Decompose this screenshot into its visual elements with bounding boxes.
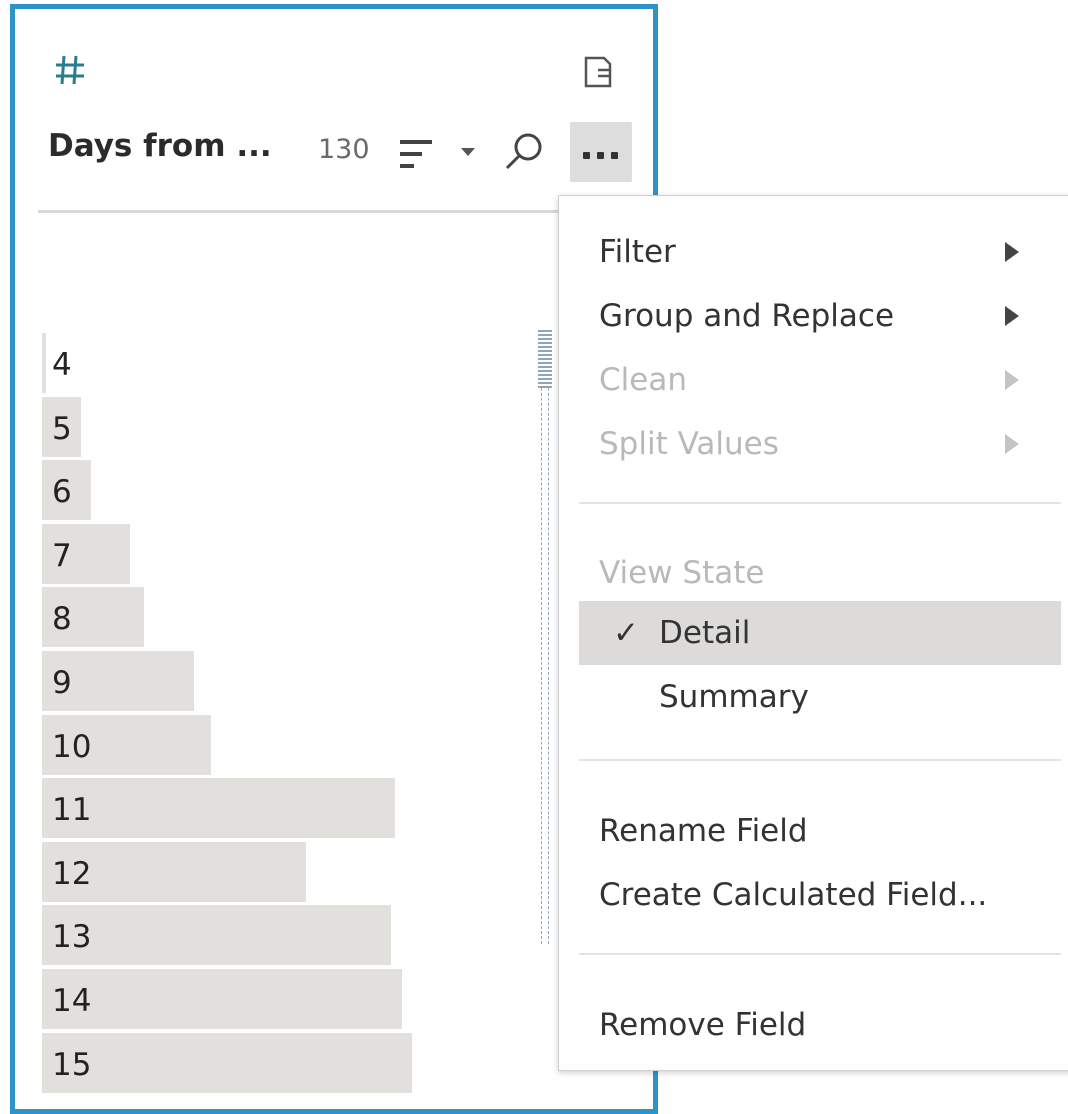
menu-item-label: Group and Replace xyxy=(599,298,895,334)
histogram-bar-row[interactable]: 4 xyxy=(42,333,542,393)
submenu-arrow-icon xyxy=(1005,242,1019,262)
histogram-bar-label: 13 xyxy=(52,919,92,956)
histogram-bar-row[interactable]: 7 xyxy=(42,523,542,584)
histogram-bar xyxy=(42,333,46,393)
histogram-bar-row[interactable]: 11 xyxy=(42,778,542,839)
submenu-arrow-icon xyxy=(1005,434,1019,454)
context-menu: Filter Group and Replace Clean Split Val… xyxy=(558,195,1068,1071)
histogram-bar-row[interactable]: 13 xyxy=(42,905,542,966)
histogram-bar-label: 11 xyxy=(52,792,92,829)
menu-item-summary[interactable]: Summary xyxy=(559,665,1068,729)
histogram-bar xyxy=(42,969,402,1029)
menu-item-label: Filter xyxy=(599,234,676,270)
sort-icon[interactable] xyxy=(396,136,436,172)
number-hash-icon xyxy=(56,55,84,85)
checkmark-icon: ✓ xyxy=(613,615,639,651)
more-options-button[interactable] xyxy=(570,122,632,182)
menu-item-label: Rename Field xyxy=(599,813,808,849)
menu-item-clean: Clean xyxy=(559,348,1068,412)
histogram-bar-label: 9 xyxy=(52,665,72,701)
histogram-bar-row[interactable]: 9 xyxy=(42,651,542,711)
menu-item-remove-field[interactable]: Remove Field xyxy=(559,993,1068,1057)
menu-item-group-and-replace[interactable]: Group and Replace xyxy=(559,284,1068,348)
submenu-arrow-icon xyxy=(1005,370,1019,390)
histogram-bar-label: 5 xyxy=(52,410,72,447)
histogram-bar-label: 14 xyxy=(52,983,92,1019)
chevron-down-icon[interactable] xyxy=(456,140,480,164)
menu-item-split-values: Split Values xyxy=(559,412,1068,476)
histogram-bar xyxy=(42,1032,413,1093)
histogram-bar-row[interactable]: 15 xyxy=(42,1032,542,1093)
menu-heading-view-state: View State xyxy=(559,541,1068,605)
submenu-arrow-icon xyxy=(1005,306,1019,326)
histogram-bar-row[interactable]: 8 xyxy=(42,587,542,648)
menu-item-label: Clean xyxy=(599,362,687,398)
histogram-bar xyxy=(42,778,395,839)
scrollbar-thumb[interactable] xyxy=(538,328,552,388)
menu-item-label: View State xyxy=(599,555,765,591)
menu-item-label: Split Values xyxy=(599,426,779,462)
menu-item-detail[interactable]: ✓ Detail xyxy=(579,601,1061,665)
histogram-bar-row[interactable]: 6 xyxy=(42,460,542,521)
search-icon[interactable] xyxy=(502,130,546,174)
histogram-bar-row[interactable]: 12 xyxy=(42,841,542,902)
menu-item-label: Detail xyxy=(659,615,751,651)
header-divider xyxy=(38,210,648,213)
menu-item-rename-field[interactable]: Rename Field xyxy=(559,799,1068,863)
field-title: Days from ... xyxy=(48,128,272,164)
histogram-bar-row[interactable]: 10 xyxy=(42,714,542,775)
histogram-bar-label: 4 xyxy=(52,347,72,383)
menu-item-label: Summary xyxy=(659,679,809,715)
histogram-bar-label: 12 xyxy=(52,855,92,892)
menu-separator xyxy=(579,502,1061,504)
histogram-bar-label: 6 xyxy=(52,474,72,511)
histogram-bar-row[interactable]: 5 xyxy=(42,396,542,457)
scrollbar-track[interactable] xyxy=(541,328,549,944)
menu-item-filter[interactable]: Filter xyxy=(559,220,1068,284)
histogram-bar-label: 7 xyxy=(52,537,72,574)
menu-separator xyxy=(579,953,1061,955)
histogram-bar xyxy=(42,905,391,966)
collapse-pane-icon[interactable] xyxy=(582,54,616,90)
menu-item-label: Create Calculated Field... xyxy=(599,877,988,913)
histogram-bar-label: 8 xyxy=(52,601,72,638)
histogram-bar-label: 10 xyxy=(52,728,92,765)
menu-separator xyxy=(579,759,1061,761)
menu-item-label: Remove Field xyxy=(599,1007,807,1043)
distinct-count: 130 xyxy=(318,134,370,165)
menu-item-create-calculated-field[interactable]: Create Calculated Field... xyxy=(559,863,1068,927)
histogram-bar-row[interactable]: 14 xyxy=(42,969,542,1029)
histogram-bar-label: 15 xyxy=(52,1046,92,1083)
